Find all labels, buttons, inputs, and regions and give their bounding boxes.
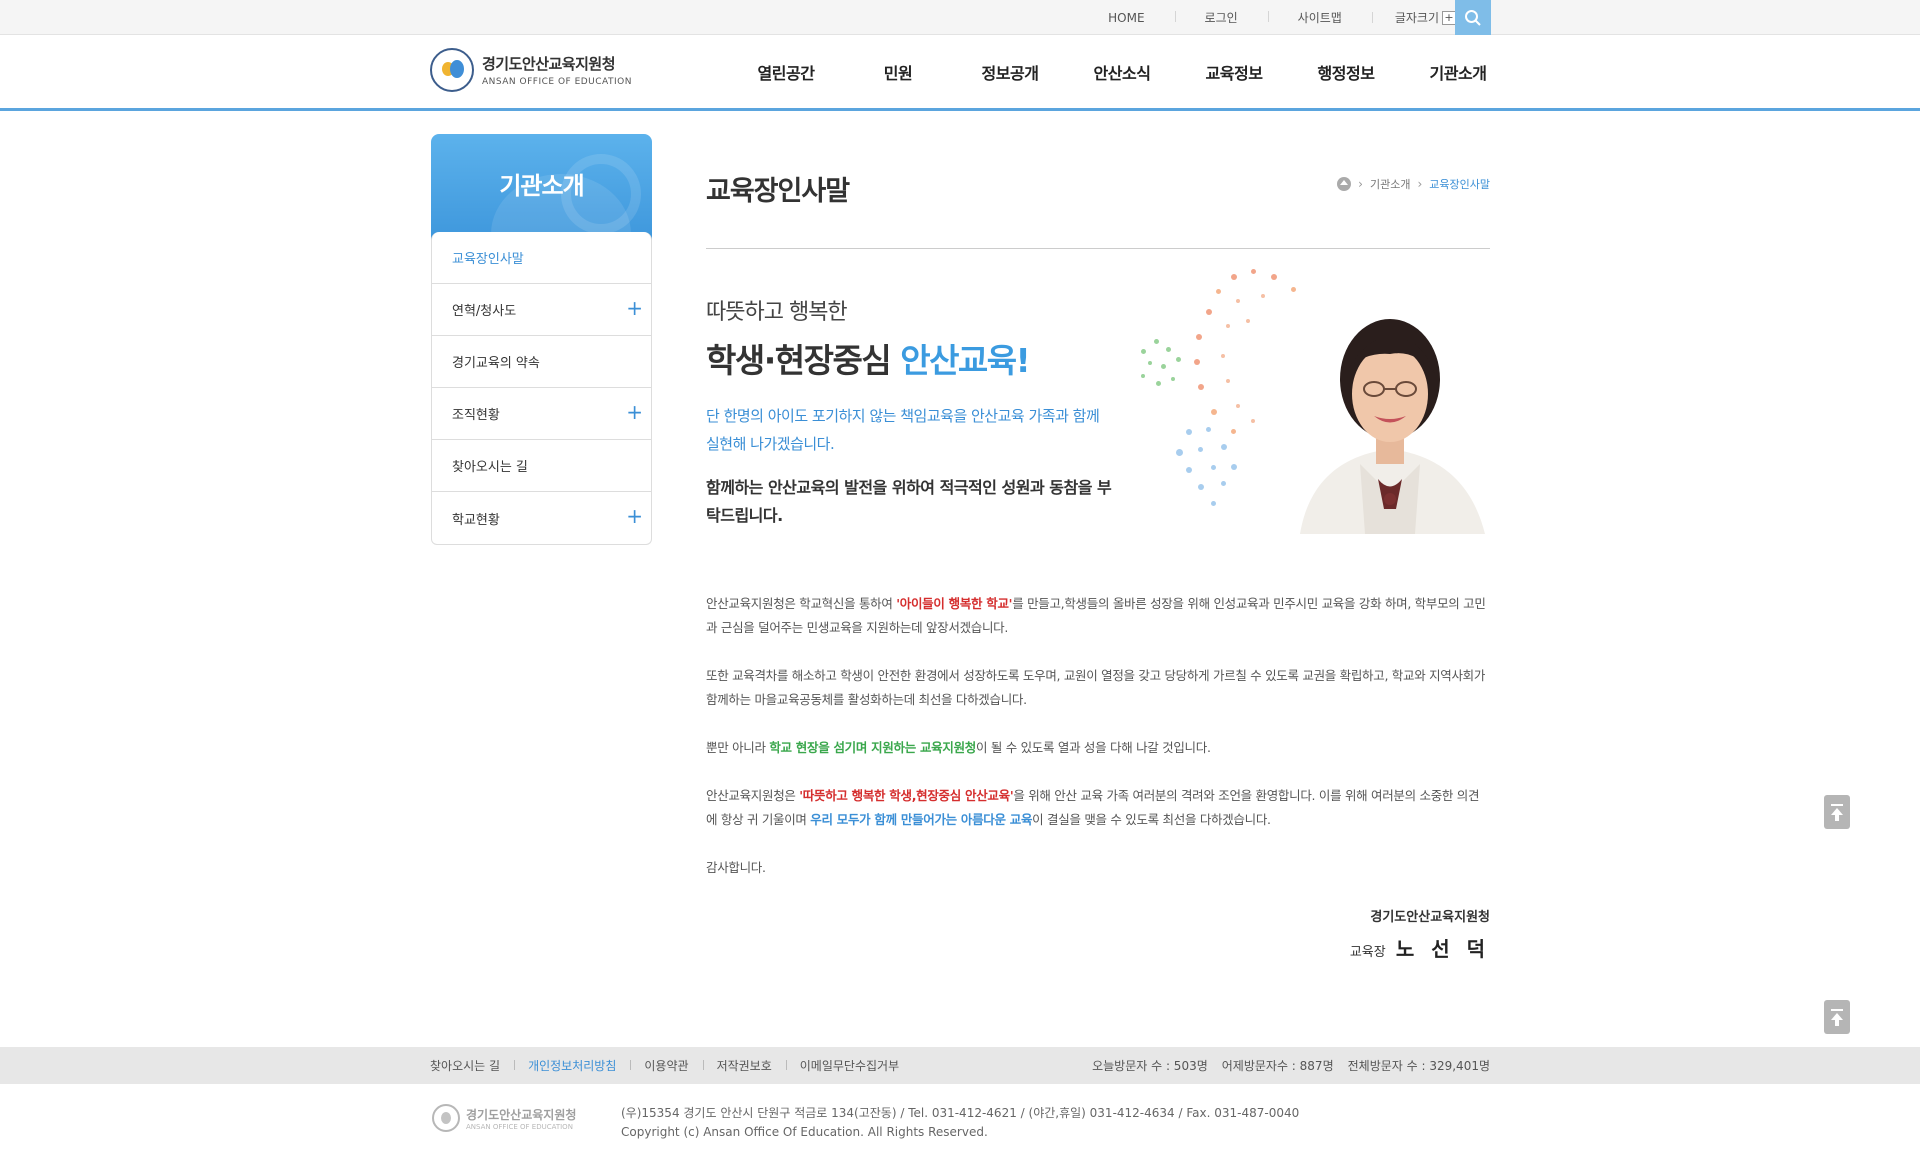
home-link[interactable]: HOME (1078, 11, 1174, 25)
sidebar-item-label: 학교현황 (452, 512, 500, 528)
superintendent-photo (1300, 319, 1485, 534)
footer-emblem-icon (432, 1104, 460, 1132)
footer-logo-en: ANSAN OFFICE OF EDUCATION (466, 1122, 573, 1131)
highlight-text: 학교 현장을 섬기며 지원하는 교육지원청 (769, 740, 976, 755)
logo-name-ko: 경기도안산교육지원청 (482, 55, 616, 73)
expand-plus-icon[interactable]: + (626, 506, 643, 526)
sidebar-title: 기관소개 (499, 172, 584, 200)
utility-links: HOME 로그인 사이트맵 글자크기 + ■ − (1078, 0, 1490, 35)
body-paragraph-1: 안산교육지원청은 학교혁신을 통하여 '아이들이 행복한 학교'를 만들고,학생… (706, 592, 1490, 640)
sidebar-title-box: 기관소개 (431, 134, 652, 242)
highlight-text: '따뜻하고 행복한 학생,현장중심 안산교육' (799, 788, 1014, 803)
scroll-top-button-bottom[interactable] (1824, 1000, 1850, 1034)
footer-bar: 찾아오시는 길 개인정보처리방침 이용약관 저작권보호 이메일무단수집거부 오늘… (0, 1047, 1920, 1084)
greeting-intro: 따뜻하고 행복한 학생·현장중심 안산교육! 단 한명의 아이도 포기하지 않는… (706, 269, 1490, 564)
gnb-open-space[interactable]: 열린공간 (730, 60, 842, 84)
main-navigation: 열린공간 민원 정보공개 안산소식 교육정보 행정정보 기관소개 (730, 36, 1514, 108)
sidebar-item-label: 찾아오시는 길 (452, 460, 528, 475)
breadcrumb-current: 교육장인사말 (1429, 178, 1490, 191)
footer-address: (우)15354 경기도 안산시 단원구 적금로 134(고잔동) / Tel.… (621, 1106, 1300, 1120)
sidebar-item-schools[interactable]: 학교현황 + (432, 492, 651, 544)
search-icon (1465, 9, 1481, 26)
expand-plus-icon[interactable]: + (626, 402, 643, 422)
sidebar-item-greeting[interactable]: 교육장인사말 (432, 232, 651, 284)
superintendent-portrait (1136, 269, 1490, 534)
visitors-today: 오늘방문자 수 : 503명 (1092, 1059, 1208, 1073)
sidebar-item-history[interactable]: 연혁/청사도 + (432, 284, 651, 336)
footer-logo: 경기도안산교육지원청 ANSAN OFFICE OF EDUCATION (432, 1104, 576, 1132)
sidebar-item-label: 교육장인사말 (452, 252, 524, 267)
footer-copyright: Copyright (c) Ansan Office Of Education.… (621, 1125, 988, 1139)
gnb-about[interactable]: 기관소개 (1402, 60, 1514, 84)
footer-info: (우)15354 경기도 안산시 단원구 적금로 134(고잔동) / Tel.… (621, 1104, 1299, 1142)
headline-part-a: 학생·현장중심 (706, 341, 892, 380)
footer-link-email-refusal[interactable]: 이메일무단수집거부 (785, 1057, 913, 1074)
headline-part-b: 안산교육! (900, 341, 1031, 380)
body-paragraph-4: 안산교육지원청은 '따뜻하고 행복한 학생,현장중심 안산교육'을 위해 안산 … (706, 784, 1490, 832)
search-button[interactable] (1455, 0, 1491, 35)
title-divider (706, 248, 1490, 249)
visitors-yesterday: 어제방문자수 : 887명 (1221, 1059, 1334, 1073)
greeting-lead-2: 함께하는 안산교육의 발전을 위하여 적극적인 성원과 동참을 부탁드립니다. (706, 478, 1112, 525)
highlight-text: 우리 모두가 함께 만들어가는 아름다운 교육 (810, 812, 1033, 827)
greeting-lead: 단 한명의 아이도 포기하지 않는 책임교육을 안산교육 가족과 함께 실현해 … (706, 407, 1100, 453)
body-paragraph-2: 또한 교육격차를 해소하고 학생이 안전한 환경에서 성장하도록 도우며, 교원… (706, 668, 1486, 707)
gnb-admin-info[interactable]: 행정정보 (1290, 60, 1402, 84)
sidebar-item-label: 경기교육의 약속 (452, 356, 540, 371)
signature: 경기도안산교육지원청 교육장 노 선 덕 (706, 906, 1490, 962)
footer-link-copyright[interactable]: 저작권보호 (702, 1057, 786, 1074)
text-span: 안산교육지원청은 학교혁신을 통하여 (706, 596, 897, 611)
font-size-label: 글자크기 (1394, 11, 1439, 25)
signature-name-line: 교육장 노 선 덕 (706, 933, 1490, 962)
gnb-edu-info[interactable]: 교육정보 (1178, 60, 1290, 84)
font-increase-button[interactable]: + (1442, 10, 1456, 25)
gnb-civil[interactable]: 민원 (842, 60, 954, 84)
logo-name-en: ANSAN OFFICE OF EDUCATION (482, 77, 632, 87)
chevron-right-icon: › (1417, 177, 1423, 191)
sitemap-link[interactable]: 사이트맵 (1267, 9, 1372, 26)
gnb-info-disclosure[interactable]: 정보공개 (954, 60, 1066, 84)
sidebar-item-promise[interactable]: 경기교육의 약속 (432, 336, 651, 388)
footer-link-terms[interactable]: 이용약관 (630, 1057, 702, 1074)
signature-org: 경기도안산교육지원청 (1370, 910, 1490, 925)
signature-role: 교육장 (1349, 945, 1386, 960)
text-span: 이 결실을 맺을 수 있도록 최선을 다하겠습니다. (1032, 812, 1271, 827)
site-header: 경기도안산교육지원청 ANSAN OFFICE OF EDUCATION 열린공… (0, 36, 1920, 111)
sidebar-item-directions[interactable]: 찾아오시는 길 (432, 440, 651, 492)
sidebar-item-label: 조직현황 (452, 408, 500, 423)
expand-plus-icon[interactable]: + (626, 298, 643, 318)
visitors-total: 전체방문자 수 : 329,401명 (1347, 1059, 1490, 1073)
text-span: 뿐만 아니라 (706, 740, 770, 755)
footer-link-directions[interactable]: 찾아오시는 길 (430, 1057, 514, 1074)
arrow-up-icon (1831, 807, 1843, 815)
footer-links: 찾아오시는 길 개인정보처리방침 이용약관 저작권보호 이메일무단수집거부 (430, 1047, 913, 1084)
body-paragraph-5: 감사합니다. (706, 860, 766, 875)
breadcrumb: › 기관소개 › 교육장인사말 (1337, 176, 1490, 192)
sidebar-item-label: 연혁/청사도 (452, 304, 517, 319)
breadcrumb-item[interactable]: 기관소개 (1370, 176, 1410, 192)
home-icon[interactable] (1337, 177, 1352, 191)
logo-emblem-icon (430, 48, 474, 92)
visitor-counter: 오늘방문자 수 : 503명 어제방문자수 : 887명 전체방문자 수 : 3… (1078, 1047, 1490, 1084)
footer-logo-ko: 경기도안산교육지원청 (466, 1107, 577, 1122)
site-footer: 경기도안산교육지원청 ANSAN OFFICE OF EDUCATION (우)… (0, 1084, 1920, 1171)
chevron-right-icon: › (1358, 177, 1363, 191)
text-span: 이 될 수 있도록 열과 성을 다해 나갈 것입니다. (975, 740, 1211, 755)
text-span: 안산교육지원청은 (706, 788, 800, 803)
sidebar-item-organization[interactable]: 조직현황 + (432, 388, 651, 440)
body-paragraph-3: 뿐만 아니라 학교 현장을 섬기며 지원하는 교육지원청이 될 수 있도록 열과… (706, 736, 1490, 760)
gnb-ansan-news[interactable]: 안산소식 (1066, 60, 1178, 84)
sidebar-menu: 교육장인사말 연혁/청사도 + 경기교육의 약속 조직현황 + 찾아오시는 길 … (431, 232, 652, 545)
scroll-top-button[interactable] (1824, 795, 1850, 829)
login-link[interactable]: 로그인 (1174, 9, 1268, 26)
signature-name: 노 선 덕 (1395, 937, 1490, 961)
main-content: 교육장인사말 › 기관소개 › 교육장인사말 따뜻하고 행복한 학생·현장중심 … (706, 134, 1490, 962)
arrow-up-icon (1831, 1012, 1843, 1020)
sidebar: 기관소개 교육장인사말 연혁/청사도 + 경기교육의 약속 조직현황 + 찾아오… (431, 134, 652, 545)
site-logo[interactable]: 경기도안산교육지원청 ANSAN OFFICE OF EDUCATION (430, 48, 632, 92)
greeting-body: 안산교육지원청은 학교혁신을 통하여 '아이들이 행복한 학교'를 만들고,학생… (706, 592, 1490, 880)
highlight-text: '아이들이 행복한 학교' (896, 596, 1013, 611)
footer-link-privacy[interactable]: 개인정보처리방침 (514, 1057, 630, 1074)
utility-bar: HOME 로그인 사이트맵 글자크기 + ■ − (0, 0, 1920, 35)
